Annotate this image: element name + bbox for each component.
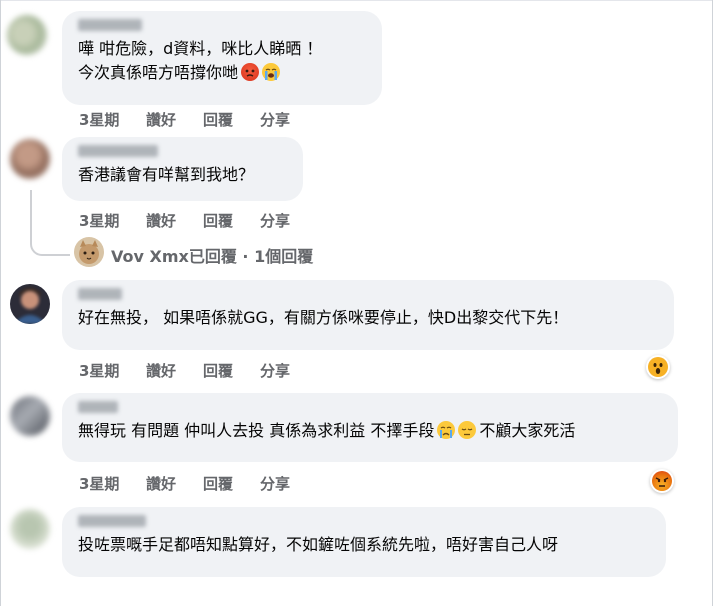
- share-button[interactable]: 分享: [260, 109, 290, 130]
- comment-bubble: 好在無投， 如果唔係就GG，有關方係咪要停止，快D出黎交代下先！: [62, 280, 674, 350]
- comment-text-line: 今次真係唔方唔撐你哋: [78, 61, 368, 85]
- reply-button[interactable]: 回覆: [203, 360, 233, 381]
- comment-text-line: 好在無投， 如果唔係就GG，有關方係咪要停止，快D出黎交代下先！: [78, 308, 569, 327]
- comment-text-line: 無得玩 有問題 仲叫人去投 真係為求利益 不擇手段 不顧大家死活: [78, 421, 576, 440]
- comment-bubble: 投咗票嘅手足都唔知點算好，不如鏟咗個系統先啦，唔好害自己人呀: [62, 507, 666, 577]
- reply-count: 1個回覆: [254, 247, 314, 266]
- like-button[interactable]: 讚好: [146, 109, 176, 130]
- avatar[interactable]: [7, 15, 47, 55]
- share-button[interactable]: 分享: [260, 360, 290, 381]
- frame-top: [0, 0, 713, 1]
- avatar[interactable]: [10, 139, 50, 179]
- crying-face-emoji: [437, 421, 456, 439]
- avatar[interactable]: [10, 509, 50, 549]
- comment-actions: 3星期 讚好 回覆 分享: [79, 210, 339, 230]
- comment-actions: 3星期 讚好 回覆 分享: [79, 473, 339, 493]
- timestamp-link[interactable]: 3星期: [79, 360, 119, 381]
- avatar[interactable]: [10, 284, 50, 324]
- share-button[interactable]: 分享: [260, 210, 290, 231]
- comment-bubble: 嘩 咁危險，d資料，咪比人睇晒 ！ 今次真係唔方唔撐你哋: [62, 11, 382, 105]
- comment-text-line: 投咗票嘅手足都唔知點算好，不如鏟咗個系統先啦，唔好害自己人呀: [78, 535, 559, 554]
- frame-left: [0, 0, 1, 606]
- reply-button[interactable]: 回覆: [203, 473, 233, 494]
- view-replies-link[interactable]: Vov Xmx已回覆 · 1個回覆: [111, 243, 313, 267]
- reply-thread-line: [30, 190, 70, 256]
- commenter-name-blurred[interactable]: [78, 401, 118, 413]
- like-button[interactable]: 讚好: [146, 473, 176, 494]
- pensive-face-emoji: [458, 421, 477, 439]
- reply-button[interactable]: 回覆: [203, 210, 233, 231]
- commenter-name-blurred[interactable]: [78, 19, 142, 31]
- angry-reaction[interactable]: [650, 469, 674, 493]
- replier-avatar[interactable]: [74, 237, 104, 267]
- angry-face-emoji: [241, 63, 260, 81]
- comment-bubble: 無得玩 有問題 仲叫人去投 真係為求利益 不擇手段 不顧大家死活: [62, 393, 678, 462]
- timestamp-link[interactable]: 3星期: [79, 210, 119, 231]
- share-button[interactable]: 分享: [260, 473, 290, 494]
- timestamp-link[interactable]: 3星期: [79, 473, 119, 494]
- replier-name: Vov Xmx已回覆: [111, 247, 237, 266]
- commenter-name-blurred[interactable]: [78, 288, 122, 300]
- comment-text-line: 嘩 咁危險，d資料，咪比人睇晒 ！: [78, 39, 323, 58]
- avatar[interactable]: [10, 396, 50, 436]
- separator-dot: ·: [242, 247, 249, 266]
- loudly-crying-face-emoji: [262, 63, 281, 81]
- comment-actions: 3星期 讚好 回覆 分享: [79, 360, 339, 380]
- commenter-name-blurred[interactable]: [78, 515, 146, 527]
- like-button[interactable]: 讚好: [146, 210, 176, 231]
- comment-text-line: 香港議會有咩幫到我地？: [78, 165, 255, 184]
- commenter-name-blurred[interactable]: [78, 145, 158, 157]
- comment-actions: 3星期 讚好 回覆 分享: [79, 109, 339, 129]
- reply-button[interactable]: 回覆: [203, 109, 233, 130]
- comment-bubble: 香港議會有咩幫到我地？: [62, 137, 303, 201]
- wow-reaction[interactable]: [646, 355, 670, 379]
- timestamp-link[interactable]: 3星期: [79, 109, 119, 130]
- like-button[interactable]: 讚好: [146, 360, 176, 381]
